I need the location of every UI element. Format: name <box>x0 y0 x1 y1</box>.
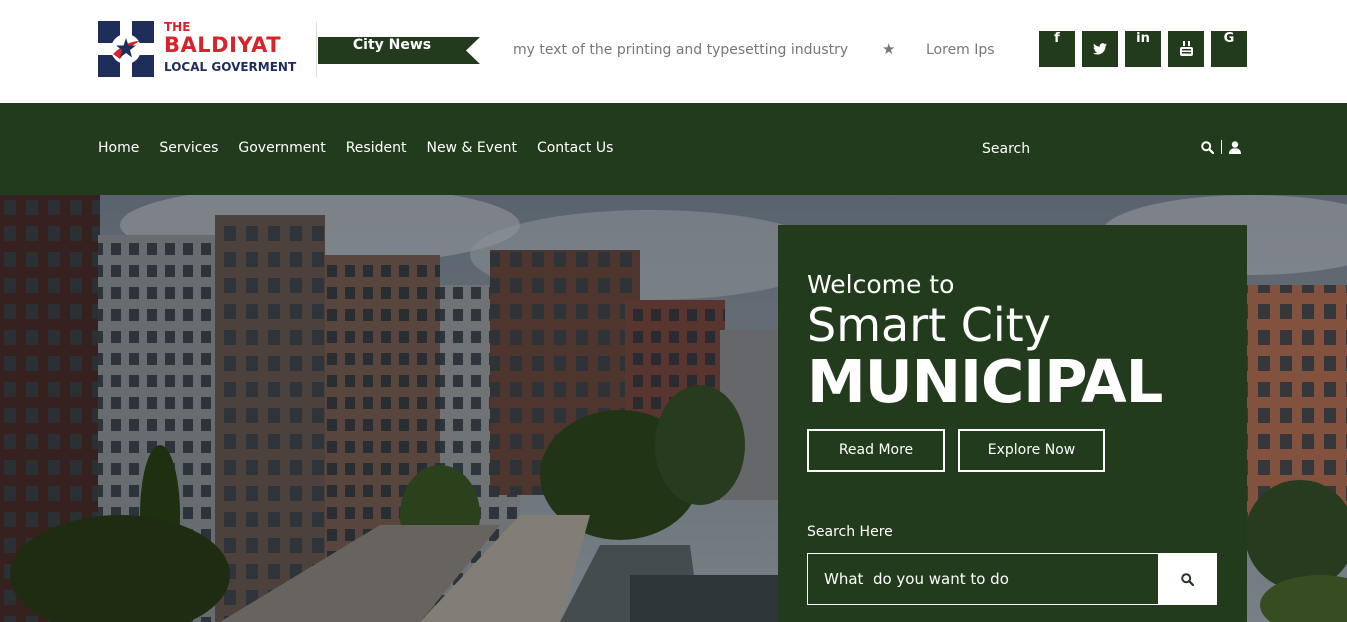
hero-section: Welcome to Smart City MUNICIPAL Read Mor… <box>0 195 1347 622</box>
site-logo[interactable]: THE BALDIYAT LOCAL GOVERMENT <box>98 21 316 77</box>
google-icon[interactable]: G <box>1211 31 1247 67</box>
nav-icon-divider <box>1221 140 1222 154</box>
nav-search-input[interactable]: Search <box>982 141 1030 157</box>
news-ticker-text[interactable]: my text of the printing and typesetting … <box>513 42 848 58</box>
hero-search-input[interactable] <box>808 554 1158 604</box>
nav-item-services[interactable]: Services <box>159 140 218 156</box>
nav-icons <box>1201 140 1241 154</box>
hero-search-form <box>807 553 1217 605</box>
news-ticker-text-2[interactable]: Lorem Ips <box>926 42 995 58</box>
search-icon[interactable] <box>1201 140 1214 154</box>
facebook-icon[interactable]: f <box>1039 31 1075 67</box>
hero-search-button[interactable] <box>1158 554 1216 604</box>
city-news-label: City News <box>352 37 432 53</box>
search-icon <box>1180 572 1194 586</box>
search-here-label: Search Here <box>807 524 893 540</box>
read-more-button[interactable]: Read More <box>807 429 945 472</box>
social-links: f in G <box>1039 31 1247 67</box>
hero-welcome-text: Welcome to <box>807 270 955 299</box>
nav-item-government[interactable]: Government <box>238 140 325 156</box>
explore-now-button[interactable]: Explore Now <box>958 429 1105 472</box>
logo-subtitle: LOCAL GOVERMENT <box>164 60 297 74</box>
hero-smart-city-text: Smart City <box>807 298 1051 352</box>
nav-item-contact[interactable]: Contact Us <box>537 140 613 156</box>
nav-item-news-events[interactable]: New & Event <box>426 140 516 156</box>
nav-item-home[interactable]: Home <box>98 140 139 156</box>
logo-the: THE <box>164 20 191 34</box>
user-icon[interactable] <box>1229 140 1241 154</box>
city-news-badge: City News <box>318 37 480 64</box>
top-bar: THE BALDIYAT LOCAL GOVERMENT City News m… <box>0 0 1347 103</box>
nav-item-resident[interactable]: Resident <box>346 140 407 156</box>
hero-welcome-panel: Welcome to Smart City MUNICIPAL Read Mor… <box>778 225 1247 622</box>
logo-mark-icon <box>98 21 154 77</box>
linkedin-icon[interactable]: in <box>1125 31 1161 67</box>
logo-name: BALDIYAT <box>164 33 282 57</box>
logo-divider <box>316 22 317 78</box>
hero-title: MUNICIPAL <box>807 347 1163 416</box>
nav-menu: Home Services Government Resident New & … <box>98 140 613 156</box>
twitter-icon[interactable] <box>1082 31 1118 67</box>
main-nav: Home Services Government Resident New & … <box>0 103 1347 195</box>
star-icon: ★ <box>882 40 896 58</box>
youtube-icon[interactable] <box>1168 31 1204 67</box>
